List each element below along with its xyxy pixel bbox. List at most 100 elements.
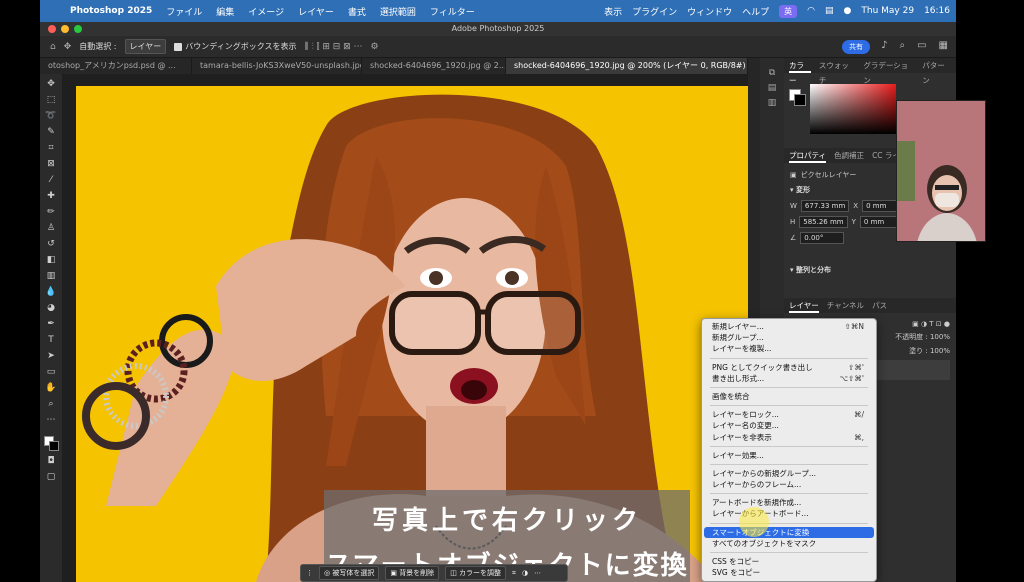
workspace-icon[interactable]: ▭ [917,40,926,51]
tab-channels[interactable]: チャンネル [827,298,864,313]
bounding-box-checkbox[interactable]: バウンディングボックスを表示 [174,41,296,52]
menu-item-convert-smart-object[interactable]: スマートオブジェクトに変換 [704,526,874,538]
search-icon[interactable]: ⌕ [899,40,905,51]
width-input[interactable]: 677.33 mm [800,200,850,212]
context-menu-item[interactable]: PNG としてクイック書き出し ⇧⌘' [702,362,876,373]
stamp-tool-icon[interactable]: ♙ [44,222,58,235]
drag-handle-icon[interactable]: ⋮ [306,569,313,577]
select-subject-button[interactable]: ◎ 被写体を選択 [319,566,380,580]
quick-select-tool-icon[interactable]: ✎ [44,126,58,139]
type-tool-icon[interactable]: T [44,334,58,347]
quick-mask-icon[interactable]: ◘ [44,455,58,468]
user-icon[interactable]: ● [844,6,852,16]
tab-swatches[interactable]: スウォッチ [819,58,855,85]
eraser-tool-icon[interactable]: ◧ [44,254,58,267]
tab-adjustments[interactable]: 色調補正 [834,148,864,163]
menu-select[interactable]: 選択範囲 [380,5,416,18]
panel-background-swatch[interactable] [794,94,806,106]
tab-doc-1[interactable]: otoshop_アメリカンpsd.psd @ ... [40,58,192,74]
bell-icon[interactable]: ♪ [881,40,887,51]
path-select-tool-icon[interactable]: ➤ [44,350,58,363]
tab-patterns[interactable]: パターン [922,58,951,85]
align-header[interactable]: ▾ 整列と分布 [784,262,956,278]
libraries-icon[interactable]: ▤ [768,83,777,93]
screen-mode-icon[interactable]: ▢ [44,471,58,484]
context-menu-item[interactable]: アートボードを新規作成... [702,497,876,508]
context-menu-item[interactable]: レイヤーからの新規グループ... [702,468,876,479]
history-brush-icon[interactable]: ↺ [44,238,58,251]
minimize-window-button[interactable] [61,25,69,33]
context-menu-item[interactable]: レイヤーからのフレーム... [702,479,876,490]
tab-paths[interactable]: パス [872,298,887,313]
photo-canvas[interactable]: 写真上で右クリック スマートオブジェクトに変換 [76,86,748,582]
context-menu-item[interactable]: レイヤーを複製... [702,343,876,354]
context-menu-item[interactable]: 新規レイヤー... ⇧⌘N [702,321,876,332]
pen-tool-icon[interactable]: ✒ [44,318,58,331]
share-button[interactable]: 共有 [842,40,870,54]
marquee-tool-icon[interactable]: ⬚ [44,94,58,107]
blur-tool-icon[interactable]: 💧 [44,286,58,299]
tab-color[interactable]: カラー [789,58,811,85]
more-options-icon[interactable]: ⋯ [534,569,541,577]
align-icons[interactable]: ⫼ ⫶ ⫿ ⊞ ⊟ ⊠ ⋯ [304,42,362,52]
layer-filter-icons[interactable]: ▣ ◑ T ⊡ ● [912,320,950,328]
adjust-color-button[interactable]: ◫ カラーを調整 [445,566,507,580]
control-center-icon[interactable]: ▤ [825,6,834,16]
context-menu-item[interactable]: すべてのオブジェクトをマスク [702,538,876,549]
menu-file[interactable]: ファイル [166,5,202,18]
canvas-area[interactable]: 写真上で右クリック スマートオブジェクトに変換 ⋮ ◎ 被写体を選択 ▣ 背景を… [62,74,748,582]
context-menu-item[interactable]: CSS をコピー [702,556,876,567]
menu-layer[interactable]: レイヤー [298,5,334,18]
context-menu-item[interactable]: 画像を統合 [702,391,876,402]
brush-panel-icon[interactable]: ▥ [768,98,777,108]
panel-toggle-icon[interactable]: ▦ [939,40,948,51]
context-menu-item[interactable]: レイヤーをロック... ⌘/ [702,409,876,420]
height-input[interactable]: 585.26 mm [799,216,848,228]
tab-properties[interactable]: プロパティ [789,148,827,163]
tab-gradients[interactable]: グラデーション [863,58,914,85]
menu-view[interactable]: 表示 [604,5,622,18]
menu-type[interactable]: 書式 [348,5,366,18]
menu-filter[interactable]: フィルター [430,5,475,18]
tab-doc-2[interactable]: tamara-bellis-JoKS3XweV50-unsplash.jpg [192,58,362,74]
crop-icon[interactable]: ⌗ [512,569,516,578]
input-source-badge[interactable]: 英 [779,4,798,18]
eyedropper-tool-icon[interactable]: ⁄ [44,174,58,187]
frame-tool-icon[interactable]: ⊠ [44,158,58,171]
crop-tool-icon[interactable]: ⌗ [44,142,58,155]
context-menu-item[interactable]: SVG をコピー [702,567,876,578]
color-picker-field[interactable] [810,84,896,134]
background-color-swatch[interactable] [49,441,59,451]
color-chips[interactable] [42,434,60,452]
tab-layers[interactable]: レイヤー [789,298,819,313]
move-tool-icon[interactable]: ✥ [44,78,58,91]
adjust-icon[interactable]: ◑ [522,569,528,577]
context-menu-item[interactable]: レイヤー効果... [702,450,876,461]
tab-doc-3[interactable]: shocked-6404696_1920.jpg @ 2... [362,58,506,74]
more-tools-icon[interactable]: ⋯ [44,414,58,427]
zoom-window-button[interactable] [74,25,82,33]
dodge-tool-icon[interactable]: ◕ [44,302,58,315]
angle-input[interactable]: 0.00° [800,232,845,244]
menu-plugins[interactable]: プラグイン [632,5,677,18]
move-tool-icon[interactable]: ✥ [64,42,72,52]
menu-help[interactable]: ヘルプ [742,5,769,18]
context-menu-item[interactable]: 新規グループ... [702,332,876,343]
menu-edit[interactable]: 編集 [216,5,234,18]
home-icon[interactable]: ⌂ [50,42,56,52]
app-menu[interactable]: Photoshop 2025 [70,6,152,16]
context-menu-item[interactable]: レイヤーからアートボード... [702,508,876,519]
wifi-icon[interactable]: ◠ [807,6,815,16]
menu-window[interactable]: ウィンドウ [687,5,732,18]
zoom-tool-icon[interactable]: ⌕ [44,398,58,411]
opacity-field[interactable]: 不透明度 : 100% [895,332,950,342]
healing-tool-icon[interactable]: ✚ [44,190,58,203]
lasso-tool-icon[interactable]: ➰ [44,110,58,123]
tab-doc-active[interactable]: shocked-6404696_1920.jpg @ 200% (レイヤー 0,… [506,58,748,74]
3d-mode-icon[interactable]: ⚙ [371,42,379,52]
context-menu-item[interactable]: レイヤーを非表示 ⌘, [702,432,876,443]
fill-field[interactable]: 塗り : 100% [909,346,950,356]
remove-background-button[interactable]: ▣ 背景を削除 [385,566,440,580]
close-window-button[interactable] [48,25,56,33]
shape-tool-icon[interactable]: ▭ [44,366,58,379]
